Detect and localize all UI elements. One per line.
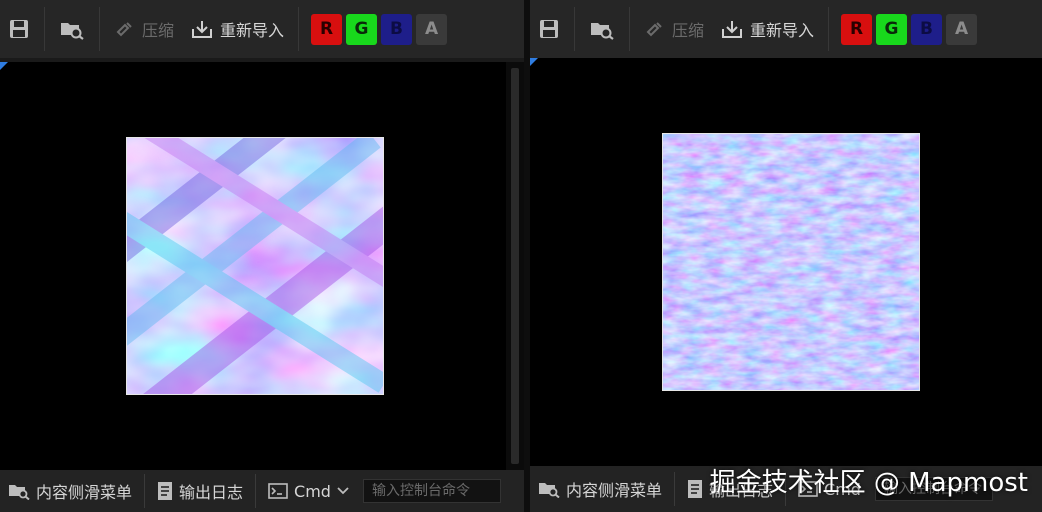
channel-g-toggle[interactable]: G (346, 13, 378, 45)
content-drawer-label: 内容侧滑菜单 (36, 483, 133, 502)
toolbar-separator (828, 7, 830, 51)
toolbar-separator (298, 7, 300, 51)
normal-map-preview (126, 137, 384, 395)
save-icon (8, 18, 30, 40)
texture-editor-left: 压缩 重新导入 R G B A 内容侧滑菜单 输出日志 Cmd 输入控制台命令 (0, 0, 524, 512)
scrollbar-thumb[interactable] (511, 68, 519, 464)
channel-g-toggle[interactable]: G (876, 13, 908, 45)
cmd-icon (268, 483, 288, 499)
texture-editor-right: 压缩 重新导入 R G B A 内容侧滑菜单 输出日志 Cmd 输入控制台命令 (530, 0, 1042, 512)
normal-map-preview (662, 133, 920, 391)
reimport-label: 重新导入 (750, 21, 815, 40)
statusbar-separator (674, 472, 676, 506)
cmd-label: Cmd (294, 481, 331, 501)
save-button[interactable] (530, 9, 568, 49)
channel-b-toggle[interactable]: B (381, 13, 413, 45)
cmd-dropdown[interactable]: Cmd (260, 474, 357, 508)
channel-a-toggle[interactable]: A (946, 13, 978, 45)
reimport-button[interactable]: 重新导入 (712, 9, 822, 49)
channel-toggles: R G B A (841, 13, 978, 45)
content-drawer-icon (538, 480, 560, 498)
toolbar-separator (574, 7, 575, 51)
toolbar: 压缩 重新导入 R G B A (530, 0, 1042, 58)
chevron-down-icon (337, 487, 349, 495)
texture-viewport[interactable] (530, 58, 1042, 466)
channel-r-toggle[interactable]: R (311, 13, 343, 45)
console-command-input[interactable] (362, 479, 501, 503)
statusbar-separator (144, 474, 146, 508)
compress-icon (114, 18, 136, 40)
channel-r-toggle[interactable]: R (841, 13, 873, 45)
viewport-corner-marker (0, 62, 8, 70)
toolbar: 压缩 重新导入 R G B A (0, 0, 524, 58)
reimport-icon (190, 18, 214, 40)
browse-asset-icon (589, 18, 615, 40)
viewport-scrollbar[interactable] (506, 62, 524, 470)
compress-icon (644, 18, 666, 40)
content-drawer-label: 内容侧滑菜单 (566, 481, 663, 500)
output-log-label: 输出日志 (179, 483, 244, 502)
reimport-icon (720, 18, 744, 40)
compress-label: 压缩 (142, 21, 175, 40)
channel-b-toggle[interactable]: B (911, 13, 943, 45)
texture-viewport[interactable] (0, 62, 524, 470)
toolbar-separator (44, 7, 45, 51)
toolbar-separator (629, 7, 630, 51)
output-log-button[interactable]: 输出日志 (149, 474, 251, 508)
status-bar: 内容侧滑菜单 输出日志 Cmd (0, 470, 524, 512)
compress-label: 压缩 (672, 21, 705, 40)
toolbar-separator (99, 7, 100, 51)
save-icon (538, 18, 560, 40)
watermark: 掘金技术社区 @ Mapmost (709, 468, 1028, 498)
content-drawer-icon (8, 482, 30, 500)
channel-a-toggle[interactable]: A (416, 13, 448, 45)
reimport-label: 重新导入 (220, 21, 285, 40)
compress-button[interactable]: 压缩 (636, 9, 712, 49)
content-drawer-button[interactable]: 内容侧滑菜单 (530, 472, 670, 506)
output-log-icon (157, 481, 173, 501)
browse-asset-button[interactable] (581, 9, 623, 49)
reimport-button[interactable]: 重新导入 (182, 9, 292, 49)
channel-toggles: R G B A (311, 13, 448, 45)
output-log-icon (687, 479, 703, 499)
statusbar-separator (255, 474, 257, 508)
content-drawer-button[interactable]: 内容侧滑菜单 (0, 474, 140, 508)
viewport-corner-marker (530, 58, 538, 66)
compress-button[interactable]: 压缩 (106, 9, 182, 49)
browse-asset-icon (59, 18, 85, 40)
browse-asset-button[interactable] (51, 9, 93, 49)
save-button[interactable] (0, 9, 38, 49)
